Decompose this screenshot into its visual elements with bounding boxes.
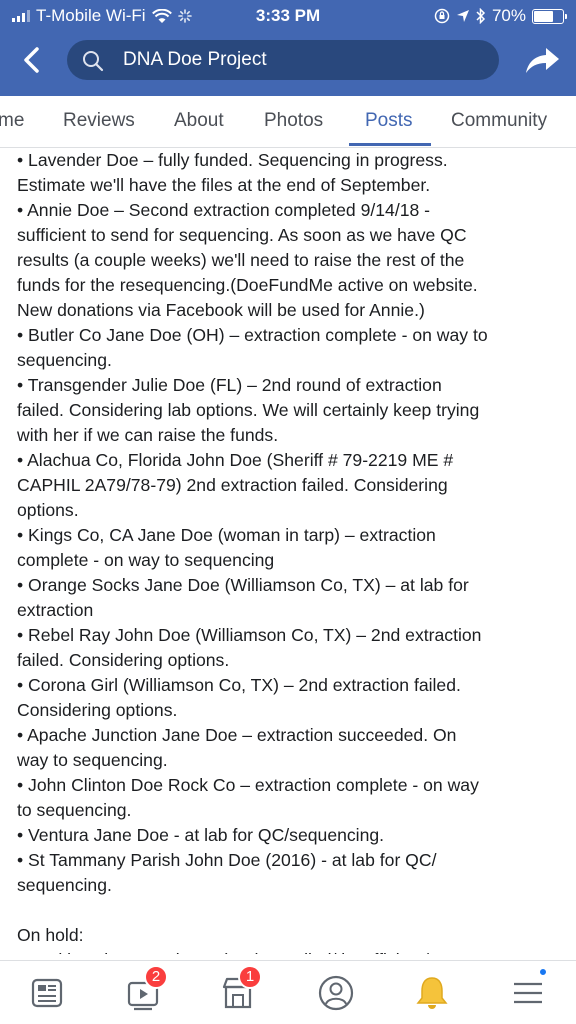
post-line: • Transgender Julie Doe (FL) – 2nd round… xyxy=(17,375,442,395)
post-line: • Rebel Ray John Doe (Williamson Co, TX)… xyxy=(17,625,482,645)
post-line: • Corona Girl (Williamson Co, TX) – 2nd … xyxy=(17,675,461,695)
post-line: funds for the resequencing.(DoeFundMe ac… xyxy=(17,275,478,295)
tab-reviews[interactable]: Reviews xyxy=(63,110,135,132)
video-badge: 2 xyxy=(144,965,168,989)
post-line: sufficient to send for sequencing. As so… xyxy=(17,225,467,245)
post-line: • St Tammany Parish John Doe (2016) - at… xyxy=(17,850,437,870)
active-tab-indicator xyxy=(349,143,431,146)
bottom-nav: 2 1 xyxy=(0,960,576,1024)
page-tabs: me Reviews About Photos Posts Community xyxy=(0,96,576,148)
post-line: results (a couple weeks) we'll need to r… xyxy=(17,250,465,270)
post-line: • John Clinton Doe Rock Co – extraction … xyxy=(17,775,479,795)
share-icon[interactable] xyxy=(522,42,562,78)
nav-watch[interactable]: 2 xyxy=(122,965,168,1013)
orientation-lock-icon xyxy=(434,8,450,24)
search-query: DNA Doe Project xyxy=(123,49,267,70)
post-line: with her if we can raise the funds. xyxy=(17,425,279,445)
post-line xyxy=(17,898,567,923)
nav-news-feed[interactable] xyxy=(25,973,69,1013)
post-line: • Ventura Jane Doe - at lab for QC/seque… xyxy=(17,825,385,845)
post-line: • Kings Co, CA Jane Doe (woman in tarp) … xyxy=(17,525,436,545)
post-line: • Apache Junction Jane Doe – extraction … xyxy=(17,725,457,745)
post-line: New donations via Facebook will be used … xyxy=(17,300,425,320)
back-arrow-icon[interactable] xyxy=(14,42,50,78)
post-line: • Beckler River Road Doe (WA) – stalled/… xyxy=(17,948,567,954)
post-line: way to sequencing. xyxy=(17,750,168,770)
nav-profile[interactable] xyxy=(314,973,358,1013)
marketplace-badge: 1 xyxy=(238,965,262,989)
battery-percent: 70% xyxy=(491,6,526,25)
post-line: Estimate we'll have the files at the end… xyxy=(17,175,431,195)
tab-posts[interactable]: Posts xyxy=(365,110,413,132)
nav-notifications[interactable] xyxy=(410,973,454,1013)
bluetooth-icon xyxy=(476,8,486,24)
post-line: sequencing. xyxy=(17,350,112,370)
post-line: On hold: xyxy=(17,925,84,945)
post-line: sequencing. xyxy=(17,875,112,895)
news-feed-icon xyxy=(31,978,63,1008)
menu-icon xyxy=(514,982,542,1004)
nav-menu[interactable] xyxy=(506,967,550,1013)
post-line: failed. Considering lab options. We will… xyxy=(17,400,480,420)
tab-community[interactable]: Community xyxy=(451,110,547,132)
menu-notification-dot xyxy=(538,967,548,977)
post-line: to sequencing. xyxy=(17,800,132,820)
search-input[interactable]: DNA Doe Project xyxy=(67,40,499,80)
location-icon xyxy=(456,10,469,22)
nav-marketplace[interactable]: 1 xyxy=(216,965,262,1013)
post-line: • Orange Socks Jane Doe (Williamson Co, … xyxy=(17,575,469,595)
battery-icon xyxy=(532,8,567,24)
status-bar: T-Mobile Wi-Fi 3:33 PM 70% xyxy=(0,0,576,32)
post-line: complete - on way to sequencing xyxy=(17,550,275,570)
status-right: 70% xyxy=(434,6,567,26)
post-line: options. xyxy=(17,500,79,520)
post-body[interactable]: • Lavender Doe – fully funded. Sequencin… xyxy=(17,148,567,954)
tab-about[interactable]: About xyxy=(174,110,224,132)
post-line: • Alachua Co, Florida John Doe (Sheriff … xyxy=(17,450,454,470)
post-line: • Annie Doe – Second extraction complete… xyxy=(17,200,431,220)
post-line: failed. Considering options. xyxy=(17,650,230,670)
post-line: Considering options. xyxy=(17,700,178,720)
tab-home[interactable]: me xyxy=(0,110,24,132)
post-line: • Butler Co Jane Doe (OH) – extraction c… xyxy=(17,325,488,345)
tab-photos[interactable]: Photos xyxy=(264,110,323,132)
app-header: T-Mobile Wi-Fi 3:33 PM 70% DNA Doe Proje… xyxy=(0,0,576,96)
post-line: CAPHIL 2A79/78-79) 2nd extraction failed… xyxy=(17,475,448,495)
post-text: • Lavender Doe – fully funded. Sequencin… xyxy=(17,148,567,954)
profile-icon xyxy=(318,975,354,1011)
bell-icon xyxy=(416,977,448,1009)
post-line: • Lavender Doe – fully funded. Sequencin… xyxy=(17,150,448,170)
search-icon xyxy=(83,51,104,72)
post-line: extraction xyxy=(17,600,94,620)
